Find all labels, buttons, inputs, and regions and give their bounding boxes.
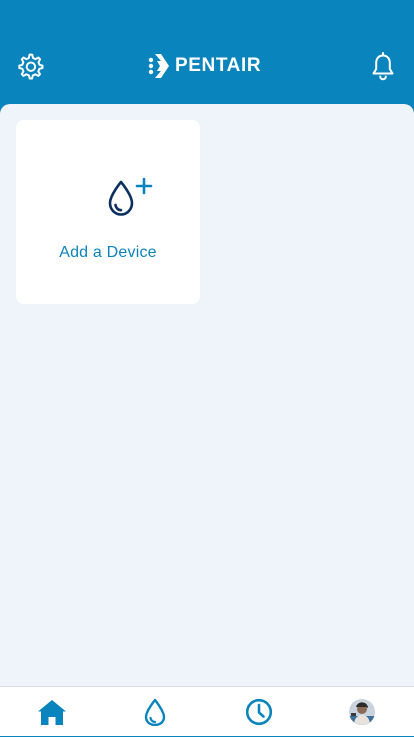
gear-icon[interactable] [16,52,44,80]
app-header: PENTAIR [0,0,414,112]
tab-history[interactable] [229,687,289,737]
add-device-label: Add a Device [59,244,157,261]
water-drop-icon [144,698,166,726]
tab-home[interactable] [22,687,82,737]
tab-devices[interactable] [125,687,185,737]
add-device-card[interactable]: Add a Device [16,120,200,304]
water-drop-plus-icon [108,177,153,216]
pentair-logo-mark [148,54,169,78]
pentair-logo: PENTAIR [148,52,261,80]
clock-icon [245,698,273,726]
device-list: Add a Device [0,104,414,686]
brand-name: PENTAIR [175,55,262,76]
bottom-tab-bar [0,686,414,736]
avatar-image [349,699,375,725]
bell-icon[interactable] [369,51,397,81]
avatar [349,699,375,725]
home-icon [38,700,66,725]
tab-profile[interactable] [332,687,392,737]
